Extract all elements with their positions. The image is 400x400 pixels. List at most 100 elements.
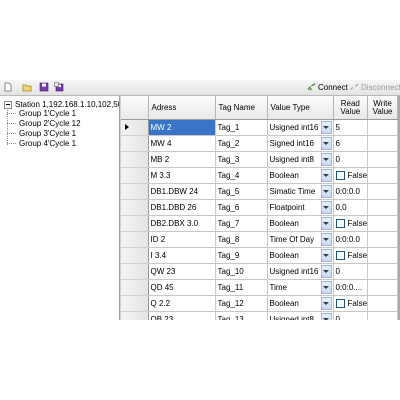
cell-value-type[interactable]: Boolean	[267, 167, 334, 184]
row-header[interactable]	[121, 215, 149, 232]
row-header[interactable]	[121, 295, 149, 312]
table-row[interactable]: MW 2 Tag_1 Usigned int16 5	[121, 119, 399, 136]
cell-value-type[interactable]: Boolean	[267, 247, 334, 264]
table-row[interactable]: MW 4 Tag_2 Signed int16 6	[121, 135, 399, 152]
cell-tag-name[interactable]: Tag_2	[215, 135, 268, 152]
cell-read-value[interactable]: 0	[333, 311, 369, 320]
value-type-select[interactable]: Time Of Day	[270, 233, 333, 246]
cell-value-type[interactable]: Floatpoint	[267, 199, 334, 216]
dropdown-arrow-icon[interactable]	[320, 217, 332, 230]
row-header[interactable]	[121, 119, 149, 136]
col-header-value-type[interactable]: Value Type	[267, 96, 334, 120]
dropdown-arrow-icon[interactable]	[320, 265, 332, 278]
cell-read-value[interactable]: False	[333, 295, 369, 312]
table-row[interactable]: Q 2.2 Tag_12 Boolean False	[121, 295, 399, 312]
tree-item-group-1[interactable]: Group 1'Cycle 1	[7, 109, 76, 118]
checkbox-icon[interactable]	[335, 219, 345, 228]
cell-write-value[interactable]	[367, 199, 399, 216]
table-row[interactable]: DB2.DBX 3.0 Tag_7 Boolean False	[121, 215, 399, 232]
row-header[interactable]	[121, 135, 149, 152]
row-header[interactable]	[121, 183, 149, 200]
cell-address[interactable]: QD 45	[148, 279, 216, 296]
dropdown-arrow-icon[interactable]	[320, 249, 332, 262]
value-type-select[interactable]: Usigned int16	[270, 265, 333, 278]
cell-value-type[interactable]: Usigned int8	[267, 151, 334, 168]
value-type-select[interactable]: Floatpoint	[270, 201, 333, 214]
tree-item-group-4[interactable]: Group 4'Cycle 1	[7, 139, 76, 148]
cell-value-type[interactable]: Usigned int16	[267, 119, 334, 136]
checkbox-icon[interactable]	[335, 251, 345, 260]
dropdown-arrow-icon[interactable]	[320, 297, 332, 310]
cell-tag-name[interactable]: Tag_9	[215, 247, 268, 264]
table-row[interactable]: DB1.DBD 26 Tag_6 Floatpoint 0,0	[121, 199, 399, 216]
cell-tag-name[interactable]: Tag_6	[215, 199, 268, 216]
cell-value-type[interactable]: Usigned int8	[267, 311, 334, 320]
cell-read-value[interactable]: 0:0:0.0	[333, 231, 369, 248]
save-icon[interactable]	[39, 82, 49, 92]
cell-read-value[interactable]: False	[333, 167, 369, 184]
col-header-address[interactable]: Adress	[148, 96, 216, 120]
value-type-select[interactable]: Usigned int8	[270, 153, 333, 166]
col-header-write-value[interactable]: Write Value	[367, 96, 399, 120]
cell-tag-name[interactable]: Tag_1	[215, 119, 268, 136]
cell-read-value[interactable]: 0:0:0....	[333, 279, 369, 296]
table-row[interactable]: QD 45 Tag_11 Time 0:0:0....	[121, 279, 399, 296]
value-type-select[interactable]: Boolean	[270, 249, 333, 262]
cell-write-value[interactable]	[367, 311, 399, 320]
value-type-select[interactable]: Usigned int16	[270, 121, 333, 134]
col-header-read-value[interactable]: Read Value	[333, 96, 369, 120]
row-header[interactable]	[121, 247, 149, 264]
table-row[interactable]: I 3.4 Tag_9 Boolean False	[121, 247, 399, 264]
table-row[interactable]: QB 23 Tag_13 Usigned int8 0	[121, 311, 399, 320]
value-type-select[interactable]: Usigned int8	[270, 313, 333, 320]
cell-write-value[interactable]	[367, 263, 399, 280]
row-header[interactable]	[121, 231, 149, 248]
cell-tag-name[interactable]: Tag_10	[215, 263, 268, 280]
dropdown-arrow-icon[interactable]	[320, 153, 332, 166]
tree-root-station[interactable]: Station 1,192.168.1.10,102,50	[4, 100, 122, 109]
cell-write-value[interactable]	[367, 279, 399, 296]
value-type-select[interactable]: Time	[270, 281, 333, 294]
dropdown-arrow-icon[interactable]	[320, 201, 332, 214]
cell-address[interactable]: I 3.4	[148, 247, 216, 264]
tree-item-group-3[interactable]: Group 3'Cycle 1	[7, 129, 76, 138]
cell-value-type[interactable]: Time	[267, 279, 334, 296]
cell-address[interactable]: MB 2	[148, 151, 216, 168]
row-header[interactable]	[121, 199, 149, 216]
dropdown-arrow-icon[interactable]	[320, 233, 332, 246]
dropdown-arrow-icon[interactable]	[320, 169, 332, 182]
cell-read-value[interactable]: 5	[333, 119, 369, 136]
dropdown-arrow-icon[interactable]	[320, 137, 332, 150]
value-type-select[interactable]: Boolean	[270, 297, 333, 310]
cell-address[interactable]: ID 2	[148, 231, 216, 248]
cell-write-value[interactable]	[367, 119, 399, 136]
value-type-select[interactable]: Boolean	[270, 217, 333, 230]
cell-tag-name[interactable]: Tag_3	[215, 151, 268, 168]
new-icon[interactable]	[3, 82, 13, 92]
table-row[interactable]: M 3.3 Tag_4 Boolean False	[121, 167, 399, 184]
checkbox-icon[interactable]	[335, 171, 345, 180]
cell-read-value[interactable]: False	[333, 247, 369, 264]
cell-tag-name[interactable]: Tag_8	[215, 231, 268, 248]
row-header[interactable]	[121, 167, 149, 184]
cell-address[interactable]: Q 2.2	[148, 295, 216, 312]
table-row[interactable]: DB1.DBW 24 Tag_5 Simatic Time 0:0:0.0	[121, 183, 399, 200]
checkbox-icon[interactable]	[335, 299, 345, 308]
cell-value-type[interactable]: Time Of Day	[267, 231, 334, 248]
cell-tag-name[interactable]: Tag_13	[215, 311, 268, 320]
cell-tag-name[interactable]: Tag_4	[215, 167, 268, 184]
cell-read-value[interactable]: 0:0:0.0	[333, 183, 369, 200]
save-as-icon[interactable]	[54, 82, 64, 92]
col-header-tag-name[interactable]: Tag Name	[215, 96, 268, 120]
table-row[interactable]: MB 2 Tag_3 Usigned int8 0	[121, 151, 399, 168]
cell-value-type[interactable]: Usigned int16	[267, 263, 334, 280]
dropdown-arrow-icon[interactable]	[320, 121, 332, 134]
cell-write-value[interactable]	[367, 295, 399, 312]
value-type-select[interactable]: Simatic Time	[270, 185, 333, 198]
cell-tag-name[interactable]: Tag_11	[215, 279, 268, 296]
cell-write-value[interactable]	[367, 247, 399, 264]
dropdown-arrow-icon[interactable]	[320, 185, 332, 198]
open-icon[interactable]	[22, 82, 32, 92]
cell-value-type[interactable]: Signed int16	[267, 135, 334, 152]
table-row[interactable]: ID 2 Tag_8 Time Of Day 0:0:0.0	[121, 231, 399, 248]
